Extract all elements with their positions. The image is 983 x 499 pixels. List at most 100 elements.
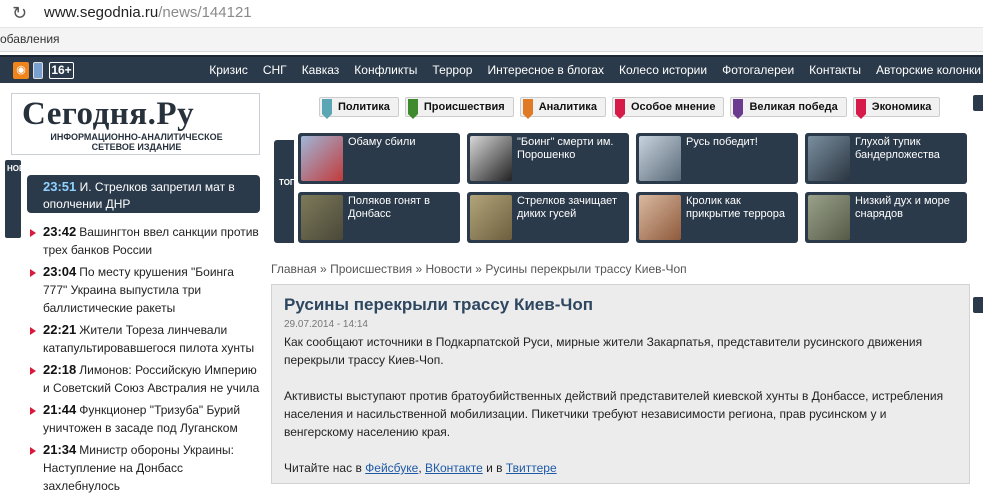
tile-caption: Низкий дух и море снарядов	[855, 195, 950, 220]
breadcrumb-separator: »	[320, 262, 327, 276]
social-and: и в	[486, 461, 503, 475]
news-vertical-tab: НОВОСТИ	[5, 160, 48, 238]
rss-icon[interactable]: ◉	[13, 62, 29, 79]
tile-thumbnail	[301, 195, 343, 240]
category-tab[interactable]: Особое мнение	[611, 97, 725, 119]
category-tab[interactable]: Происшествия	[404, 97, 514, 119]
address-bar[interactable]: ↻ www.segodnia.ru/news/144121	[0, 0, 983, 28]
feed-time: 23:04	[43, 264, 77, 279]
category-tabs: Политика Происшествия Аналитика Особое мнен…	[319, 97, 946, 119]
reload-icon[interactable]: ↻	[12, 3, 27, 23]
tile-thumbnail	[470, 195, 512, 240]
tile-caption: Кролик как прикрытие террора	[686, 195, 786, 220]
logo-subtitle-line: ИНФОРМАЦИОННО-АНАЛИТИЧЕСКОЕ	[50, 132, 223, 142]
nav-link[interactable]: Авторские колонки	[876, 63, 981, 77]
facebook-link[interactable]: Фейсбуке	[365, 461, 418, 475]
logo-title: Сегодня.Ру	[22, 96, 195, 132]
url-field[interactable]: www.segodnia.ru/news/144121	[44, 4, 252, 22]
nav-link[interactable]: Фотогалереи	[722, 63, 794, 77]
nav-link[interactable]: Террор	[432, 63, 472, 77]
feed-item-highlighted[interactable]: 23:51 И. Стрелков запретил мат в ополчен…	[27, 175, 260, 213]
right-column-tab	[973, 297, 983, 313]
top8-tile[interactable]: Поляков гонят в Донбасс	[298, 192, 460, 243]
tile-thumbnail	[639, 195, 681, 240]
feed-item[interactable]: 22:18 Лимонов: Российскую Империю и Совет…	[27, 361, 260, 397]
tile-thumbnail	[808, 136, 850, 181]
logo-subtitle: ИНФОРМАЦИОННО-АНАЛИТИЧЕСКОЕ СЕТЕВОЕ ИЗДА…	[12, 132, 261, 152]
tile-thumbnail	[808, 195, 850, 240]
nav-link[interactable]: Колесо истории	[619, 63, 707, 77]
feed-time: 21:44	[43, 402, 77, 417]
category-tab[interactable]: Великая победа	[730, 97, 847, 119]
category-tab[interactable]: Экономика	[852, 97, 941, 119]
site-logo[interactable]: Сегодня.Ру ИНФОРМАЦИОННО-АНАЛИТИЧЕСКОЕ С…	[11, 93, 260, 155]
tile-caption: Стрелков зачищает диких гусей	[517, 195, 617, 220]
article-social-line: Читайте нас в Фейсбуке, ВКонтакте и в Тв…	[284, 461, 557, 475]
category-tab[interactable]: Политика	[319, 97, 399, 119]
tile-thumbnail	[639, 136, 681, 181]
feed-time: 21:34	[43, 442, 77, 457]
mobile-icon[interactable]	[33, 62, 43, 79]
breadcrumb-current: Русины перекрыли трассу Киев-Чоп	[485, 262, 687, 276]
category-label: Политика	[338, 101, 390, 113]
feed-time: 22:18	[43, 362, 77, 377]
top-navigation: Кризис СНГ Кавказ Конфликты Террор Интер…	[194, 57, 981, 83]
breadcrumb: Главная » Происшествия » Новости » Русин…	[271, 262, 687, 276]
category-tab[interactable]: Аналитика	[519, 97, 606, 119]
tile-caption: Русь победит!	[686, 136, 758, 148]
top8-tile[interactable]: Глухой тупик бандерложества	[805, 133, 967, 184]
bookmark-icon	[522, 99, 533, 119]
article-paragraph: Как сообщают источники в Подкарпатской Р…	[284, 335, 923, 367]
top8-tile[interactable]: Кролик как прикрытие террора	[636, 192, 798, 243]
category-label: Экономика	[871, 101, 932, 113]
nav-link[interactable]: СНГ	[263, 63, 287, 77]
url-path: /news/144121	[158, 4, 252, 21]
top8-vertical-tab: ТОП-8	[274, 140, 303, 243]
article: Русины перекрыли трассу Киев-Чоп 29.07.2…	[271, 284, 970, 484]
right-column-tab	[973, 95, 983, 111]
top8-tile[interactable]: Обаму сбили	[298, 133, 460, 184]
feed-item[interactable]: 21:44 Функционер "Тризуба" Бурий уничтоже…	[27, 401, 260, 437]
breadcrumb-section[interactable]: Происшествия	[330, 262, 412, 276]
feed-item[interactable]: 23:42 Вашингтон ввел санкции против трех …	[27, 223, 260, 259]
breadcrumb-sub[interactable]: Новости	[426, 262, 472, 276]
feed-item[interactable]: 22:21 Жители Тореза линчевали катапультир…	[27, 321, 260, 357]
category-label: Великая победа	[749, 101, 838, 113]
breadcrumb-home[interactable]: Главная	[271, 262, 317, 276]
feed-time: 23:51	[43, 179, 77, 194]
tile-caption: Поляков гонят в Донбасс	[348, 195, 430, 220]
breadcrumb-separator: »	[475, 262, 482, 276]
bookmark-icon	[855, 99, 866, 119]
url-host: www.segodnia.ru	[44, 4, 159, 21]
news-feed: 23:51 И. Стрелков запретил мат в ополчен…	[27, 175, 260, 499]
bookmark-item[interactable]: обавления	[0, 32, 60, 46]
top8-tile[interactable]: Стрелков зачищает диких гусей	[467, 192, 629, 243]
tile-caption: Обаму сбили	[348, 136, 416, 148]
feed-item[interactable]: 23:04 По месту крушения "Боинга 777" Укра…	[27, 263, 260, 317]
category-label: Происшествия	[423, 101, 505, 113]
tile-caption: Глухой тупик бандерложества	[855, 136, 940, 161]
social-prefix: Читайте нас в	[284, 461, 362, 475]
nav-link[interactable]: Интересное в блогах	[487, 63, 604, 77]
top8-tile[interactable]: "Боинг" смерти им. Порошенко	[467, 133, 629, 184]
nav-link[interactable]: Кризис	[209, 63, 248, 77]
tile-thumbnail	[301, 136, 343, 181]
vkontakte-link[interactable]: ВКонтакте	[425, 461, 483, 475]
nav-link[interactable]: Кавказ	[302, 63, 340, 77]
tile-caption: "Боинг" смерти им. Порошенко	[517, 136, 614, 161]
feed-item[interactable]: 21:34 Министр обороны Украины: Наступлени…	[27, 441, 260, 495]
bookmarks-bar: обавления	[0, 28, 983, 52]
top8-tile[interactable]: Русь победит!	[636, 133, 798, 184]
news-tab-label: НОВОСТИ	[7, 164, 48, 173]
top8-tile[interactable]: Низкий дух и море снарядов	[805, 192, 967, 243]
article-paragraph: Активисты выступают против братоубийстве…	[284, 389, 944, 439]
nav-link[interactable]: Конфликты	[354, 63, 417, 77]
bookmark-icon	[407, 99, 418, 119]
nav-link[interactable]: Контакты	[809, 63, 861, 77]
bookmark-icon	[322, 99, 332, 119]
twitter-link[interactable]: Твиттере	[506, 461, 557, 475]
breadcrumb-separator: »	[415, 262, 423, 276]
top8-tab-label: ТОП-8	[279, 178, 303, 187]
bookmark-icon	[733, 99, 744, 119]
site-top-bar: ◉ 16+ Кризис СНГ Кавказ Конфликты Террор…	[0, 55, 983, 83]
